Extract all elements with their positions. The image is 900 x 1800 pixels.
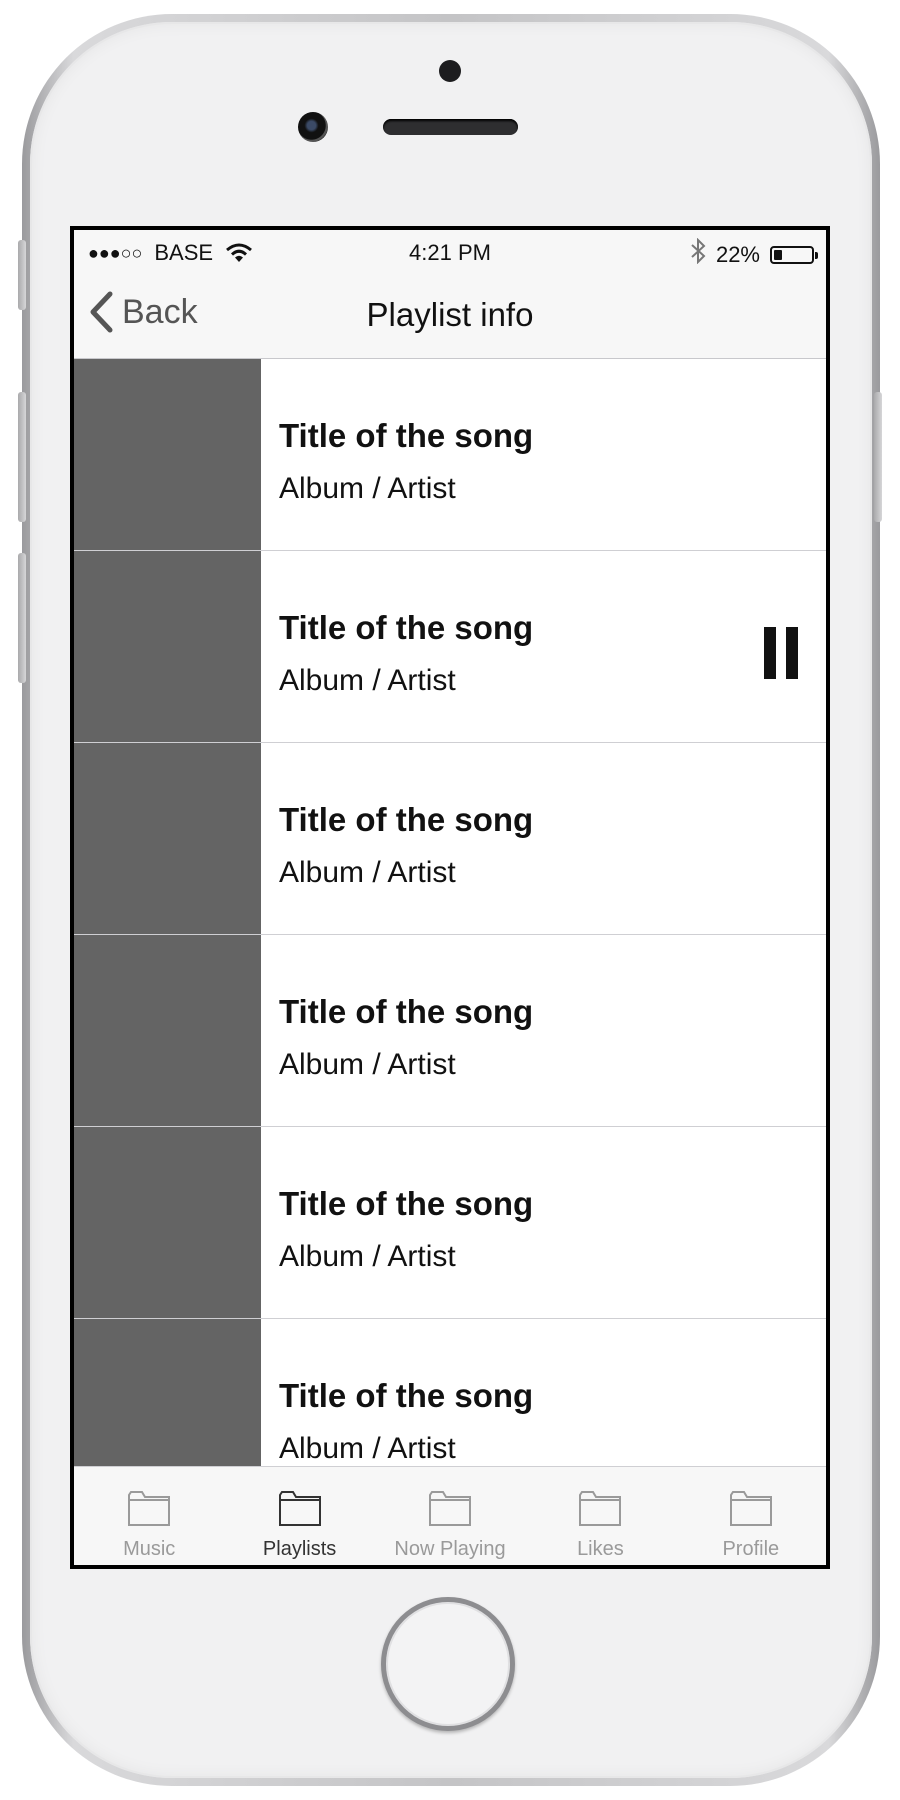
song-album-artist: Album / Artist — [279, 472, 456, 505]
song-title: Title of the song — [279, 1377, 534, 1414]
home-button[interactable] — [381, 1597, 515, 1731]
tab-label: Playlists — [262, 1538, 337, 1560]
battery-level-fill — [774, 249, 782, 260]
front-camera — [298, 112, 328, 142]
navigation-bar: Back Playlist info — [74, 274, 826, 359]
battery-percent: 22% — [715, 241, 760, 267]
folder-icon — [579, 1491, 622, 1526]
album-artwork — [74, 1319, 261, 1475]
bluetooth-icon — [690, 237, 706, 271]
album-artwork — [74, 935, 261, 1126]
song-title: Title of the song — [279, 801, 534, 838]
page-title: Playlist info — [366, 296, 534, 333]
song-album-artist: Album / Artist — [279, 856, 456, 889]
tab-music[interactable]: Music — [74, 1467, 224, 1565]
song-album-artist: Album / Artist — [279, 1048, 456, 1081]
mute-switch — [18, 240, 26, 310]
song-title: Title of the song — [279, 609, 534, 646]
song-row[interactable]: Title of the song Album / Artist — [74, 359, 826, 551]
song-album-artist: Album / Artist — [279, 1240, 456, 1273]
song-row[interactable]: Title of the song Album / Artist — [74, 1319, 826, 1475]
song-title: Title of the song — [279, 993, 534, 1030]
song-title: Title of the song — [279, 1185, 534, 1222]
status-bar: ●●●○○ BASE 4:21 PM 22% — [74, 230, 826, 274]
song-row[interactable]: Title of the song Album / Artist — [74, 935, 826, 1127]
tab-playlists[interactable]: Playlists — [224, 1467, 374, 1565]
song-row[interactable]: Title of the song Album / Artist — [74, 1127, 826, 1319]
tab-now-playing[interactable]: Now Playing — [375, 1467, 525, 1565]
album-artwork — [74, 359, 261, 550]
song-list: Title of the song Album / Artist Title o… — [74, 359, 826, 1475]
proximity-sensor — [439, 60, 461, 82]
power-button — [874, 392, 882, 522]
song-album-artist: Album / Artist — [279, 1432, 456, 1465]
volume-up-button — [18, 392, 26, 522]
folder-icon — [128, 1491, 171, 1526]
tab-bar: Music Playlists Now Playing Likes Profil… — [74, 1466, 826, 1565]
tab-label: Now Playing — [394, 1538, 506, 1560]
album-artwork — [74, 743, 261, 934]
tab-likes[interactable]: Likes — [525, 1467, 675, 1565]
song-row[interactable]: Title of the song Album / Artist — [74, 743, 826, 935]
earpiece-speaker — [383, 119, 518, 135]
folder-icon — [729, 1491, 772, 1526]
pause-icon[interactable] — [764, 627, 798, 679]
song-title: Title of the song — [279, 417, 534, 454]
volume-down-button — [18, 553, 26, 683]
phone-screen: ●●●○○ BASE 4:21 PM 22% Back Playlist inf… — [70, 226, 830, 1569]
song-album-artist: Album / Artist — [279, 664, 456, 697]
battery-icon — [770, 245, 818, 264]
song-row[interactable]: Title of the song Album / Artist — [74, 551, 826, 743]
tab-profile[interactable]: Profile — [676, 1467, 826, 1565]
folder-icon — [278, 1491, 321, 1526]
folder-icon — [429, 1491, 472, 1526]
album-artwork — [74, 551, 261, 742]
tab-label: Profile — [722, 1538, 780, 1560]
tab-label: Music — [123, 1538, 176, 1560]
album-artwork — [74, 1127, 261, 1318]
tab-label: Likes — [577, 1538, 624, 1560]
